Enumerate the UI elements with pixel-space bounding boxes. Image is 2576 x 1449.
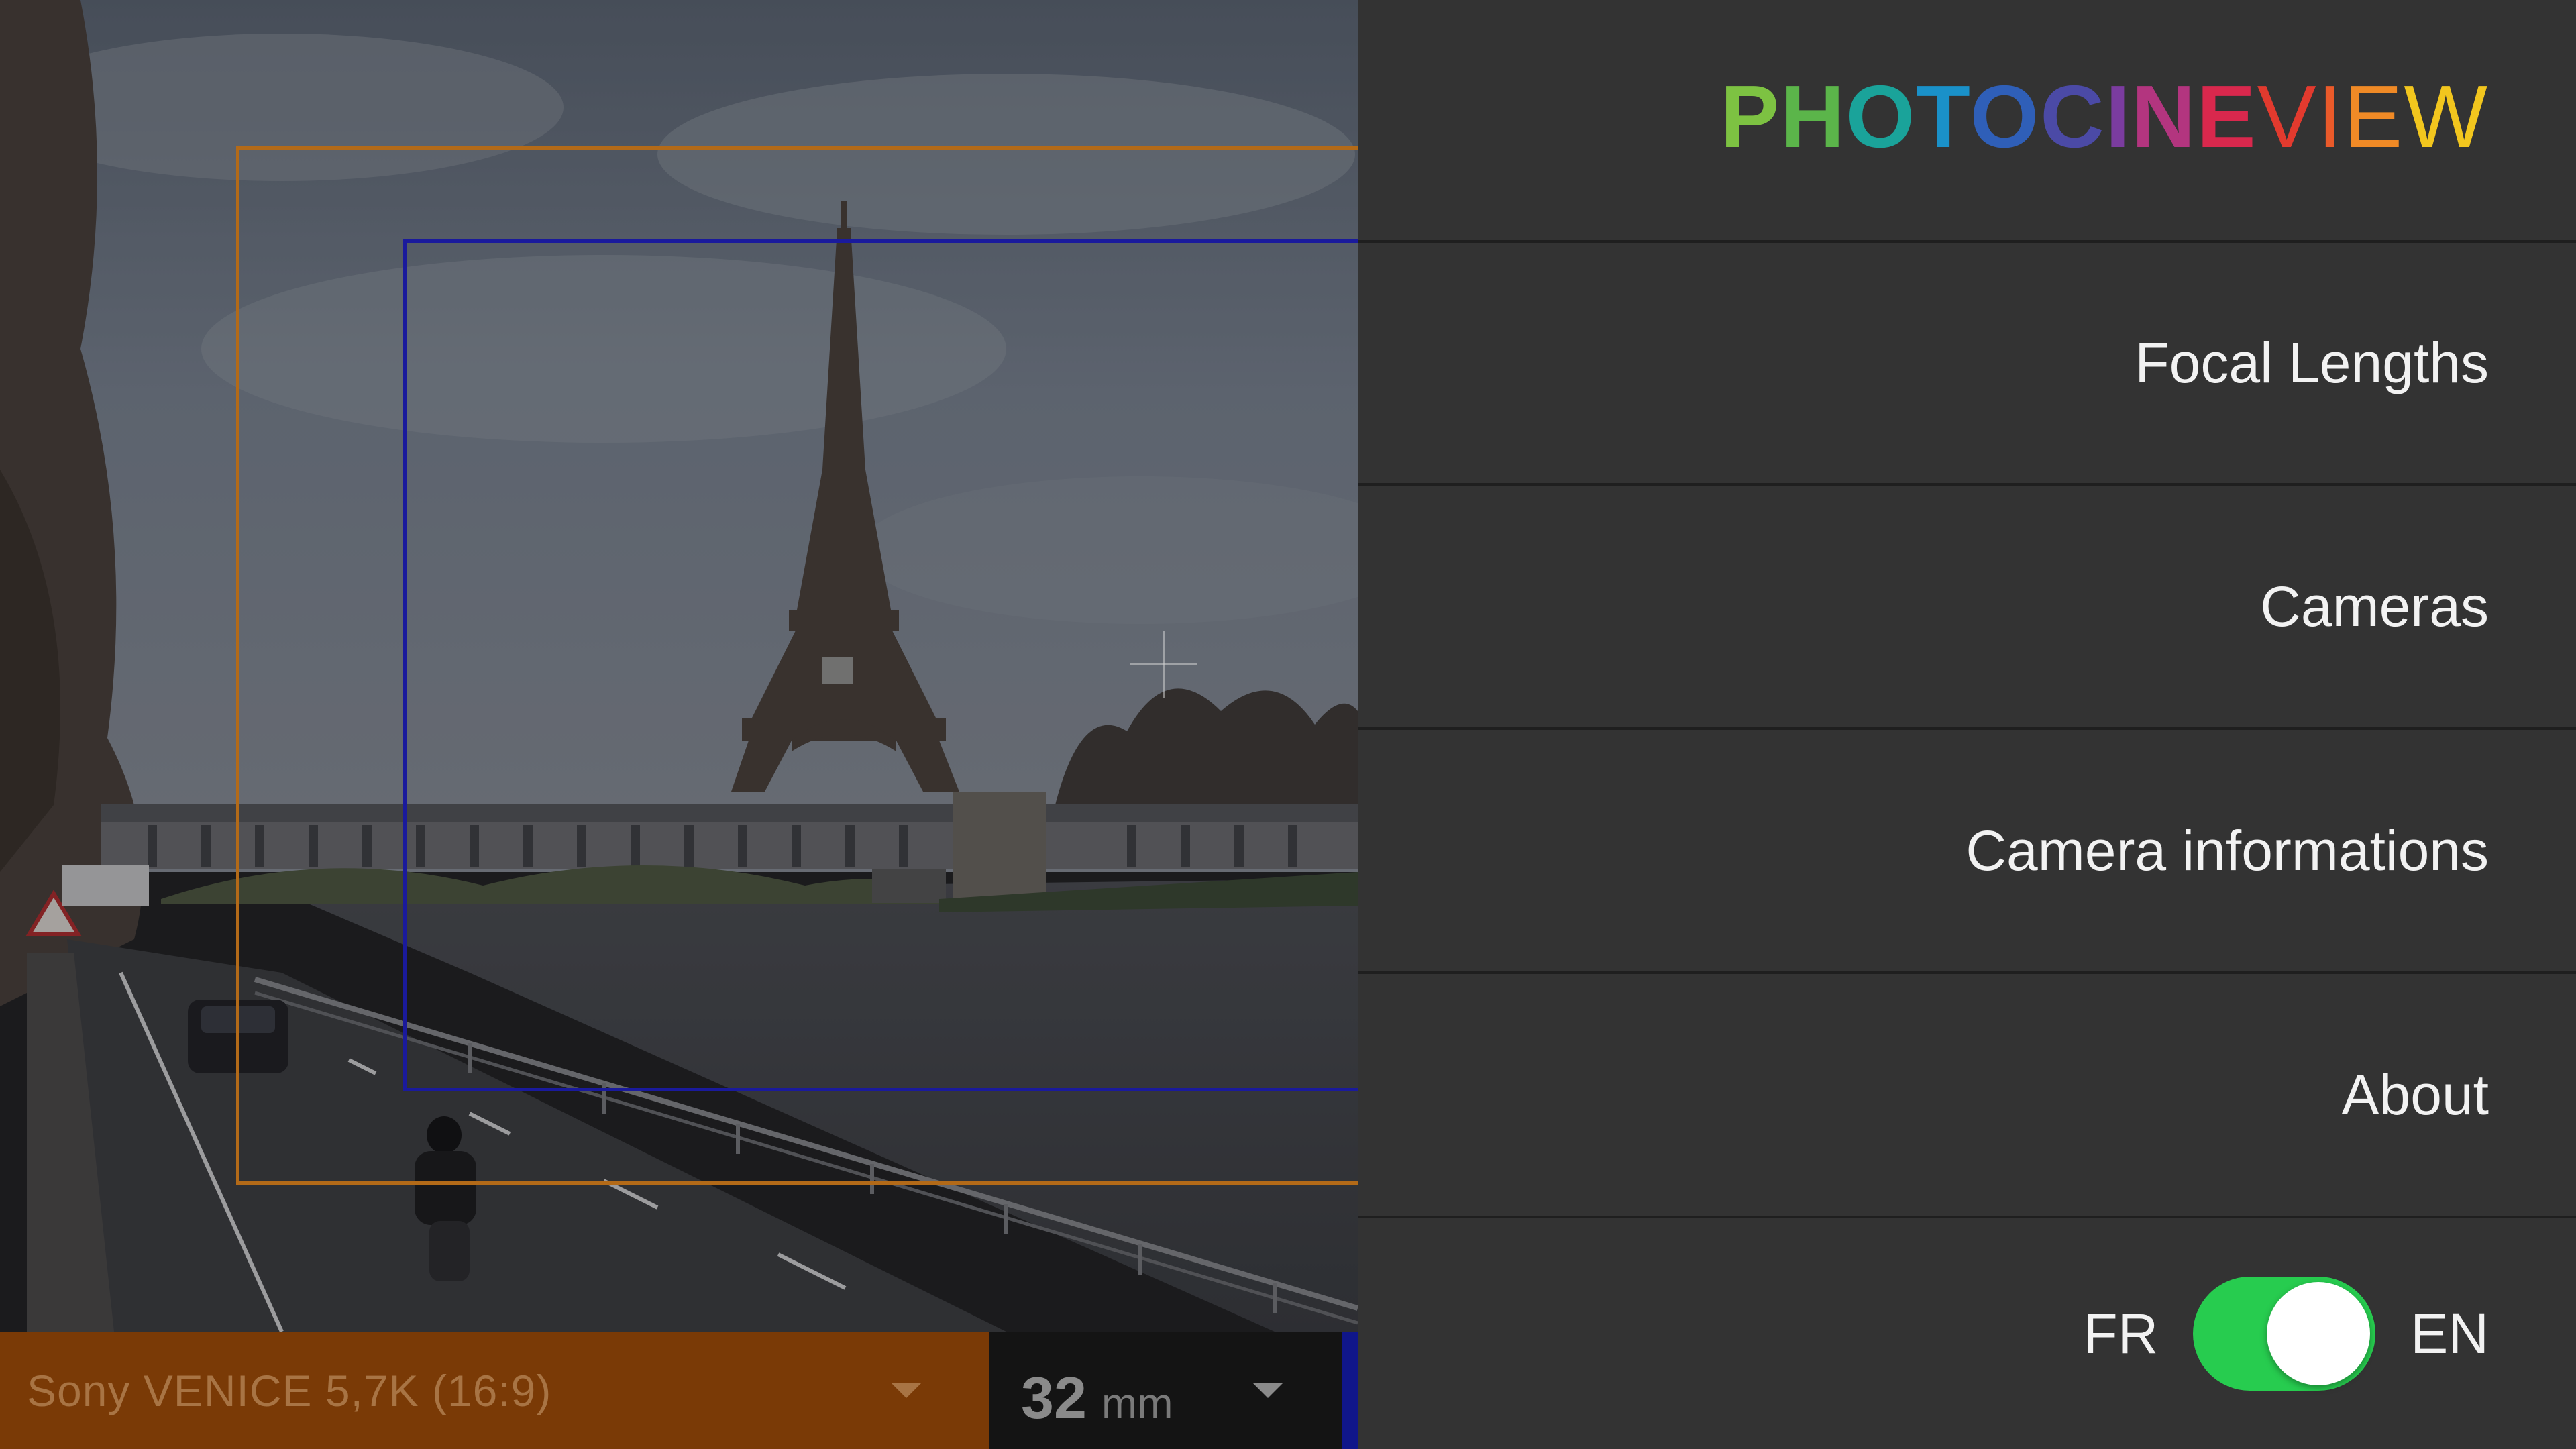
menu-item-about[interactable]: About <box>1358 974 2576 1218</box>
menu-item-label: Camera informations <box>1966 818 2489 882</box>
menu-item-label: Cameras <box>2260 574 2489 638</box>
menu-item-label: About <box>2341 1063 2489 1126</box>
focal-length-value: 32 <box>1021 1364 1087 1431</box>
language-fr-label: FR <box>2083 1301 2159 1365</box>
language-en-label: EN <box>2410 1301 2489 1365</box>
focal-length-unit: mm <box>1101 1379 1173 1428</box>
toggle-knob <box>2267 1282 2371 1385</box>
menu-item-label: Focal Lengths <box>2135 331 2489 394</box>
camera-select-dropdown[interactable]: Sony VENICE 5,7K (16:9) <box>0 1332 989 1449</box>
menu-item-focal-lengths[interactable]: Focal Lengths <box>1358 243 2576 486</box>
frame-edge-indicator <box>1342 1332 1358 1449</box>
inner-frame-guide <box>403 239 1358 1091</box>
chevron-down-icon <box>1253 1383 1283 1398</box>
chevron-down-icon <box>892 1383 921 1398</box>
camera-viewfinder[interactable] <box>0 0 1358 1332</box>
menu-item-cameras[interactable]: Cameras <box>1358 486 2576 730</box>
language-toggle[interactable] <box>2193 1277 2376 1391</box>
side-menu: PHOTOCINEVIEW Focal Lengths Cameras Came… <box>1358 0 2576 1449</box>
crosshair-icon <box>1130 631 1197 698</box>
app-logo: PHOTOCINEVIEW <box>1720 66 2489 166</box>
menu-item-camera-informations[interactable]: Camera informations <box>1358 730 2576 974</box>
language-switch-row: FR EN <box>1358 1218 2576 1449</box>
focal-length-select-dropdown[interactable]: 32 mm <box>989 1332 1342 1449</box>
menu-header: PHOTOCINEVIEW <box>1358 0 2576 243</box>
camera-select-label: Sony VENICE 5,7K (16:9) <box>27 1365 552 1415</box>
